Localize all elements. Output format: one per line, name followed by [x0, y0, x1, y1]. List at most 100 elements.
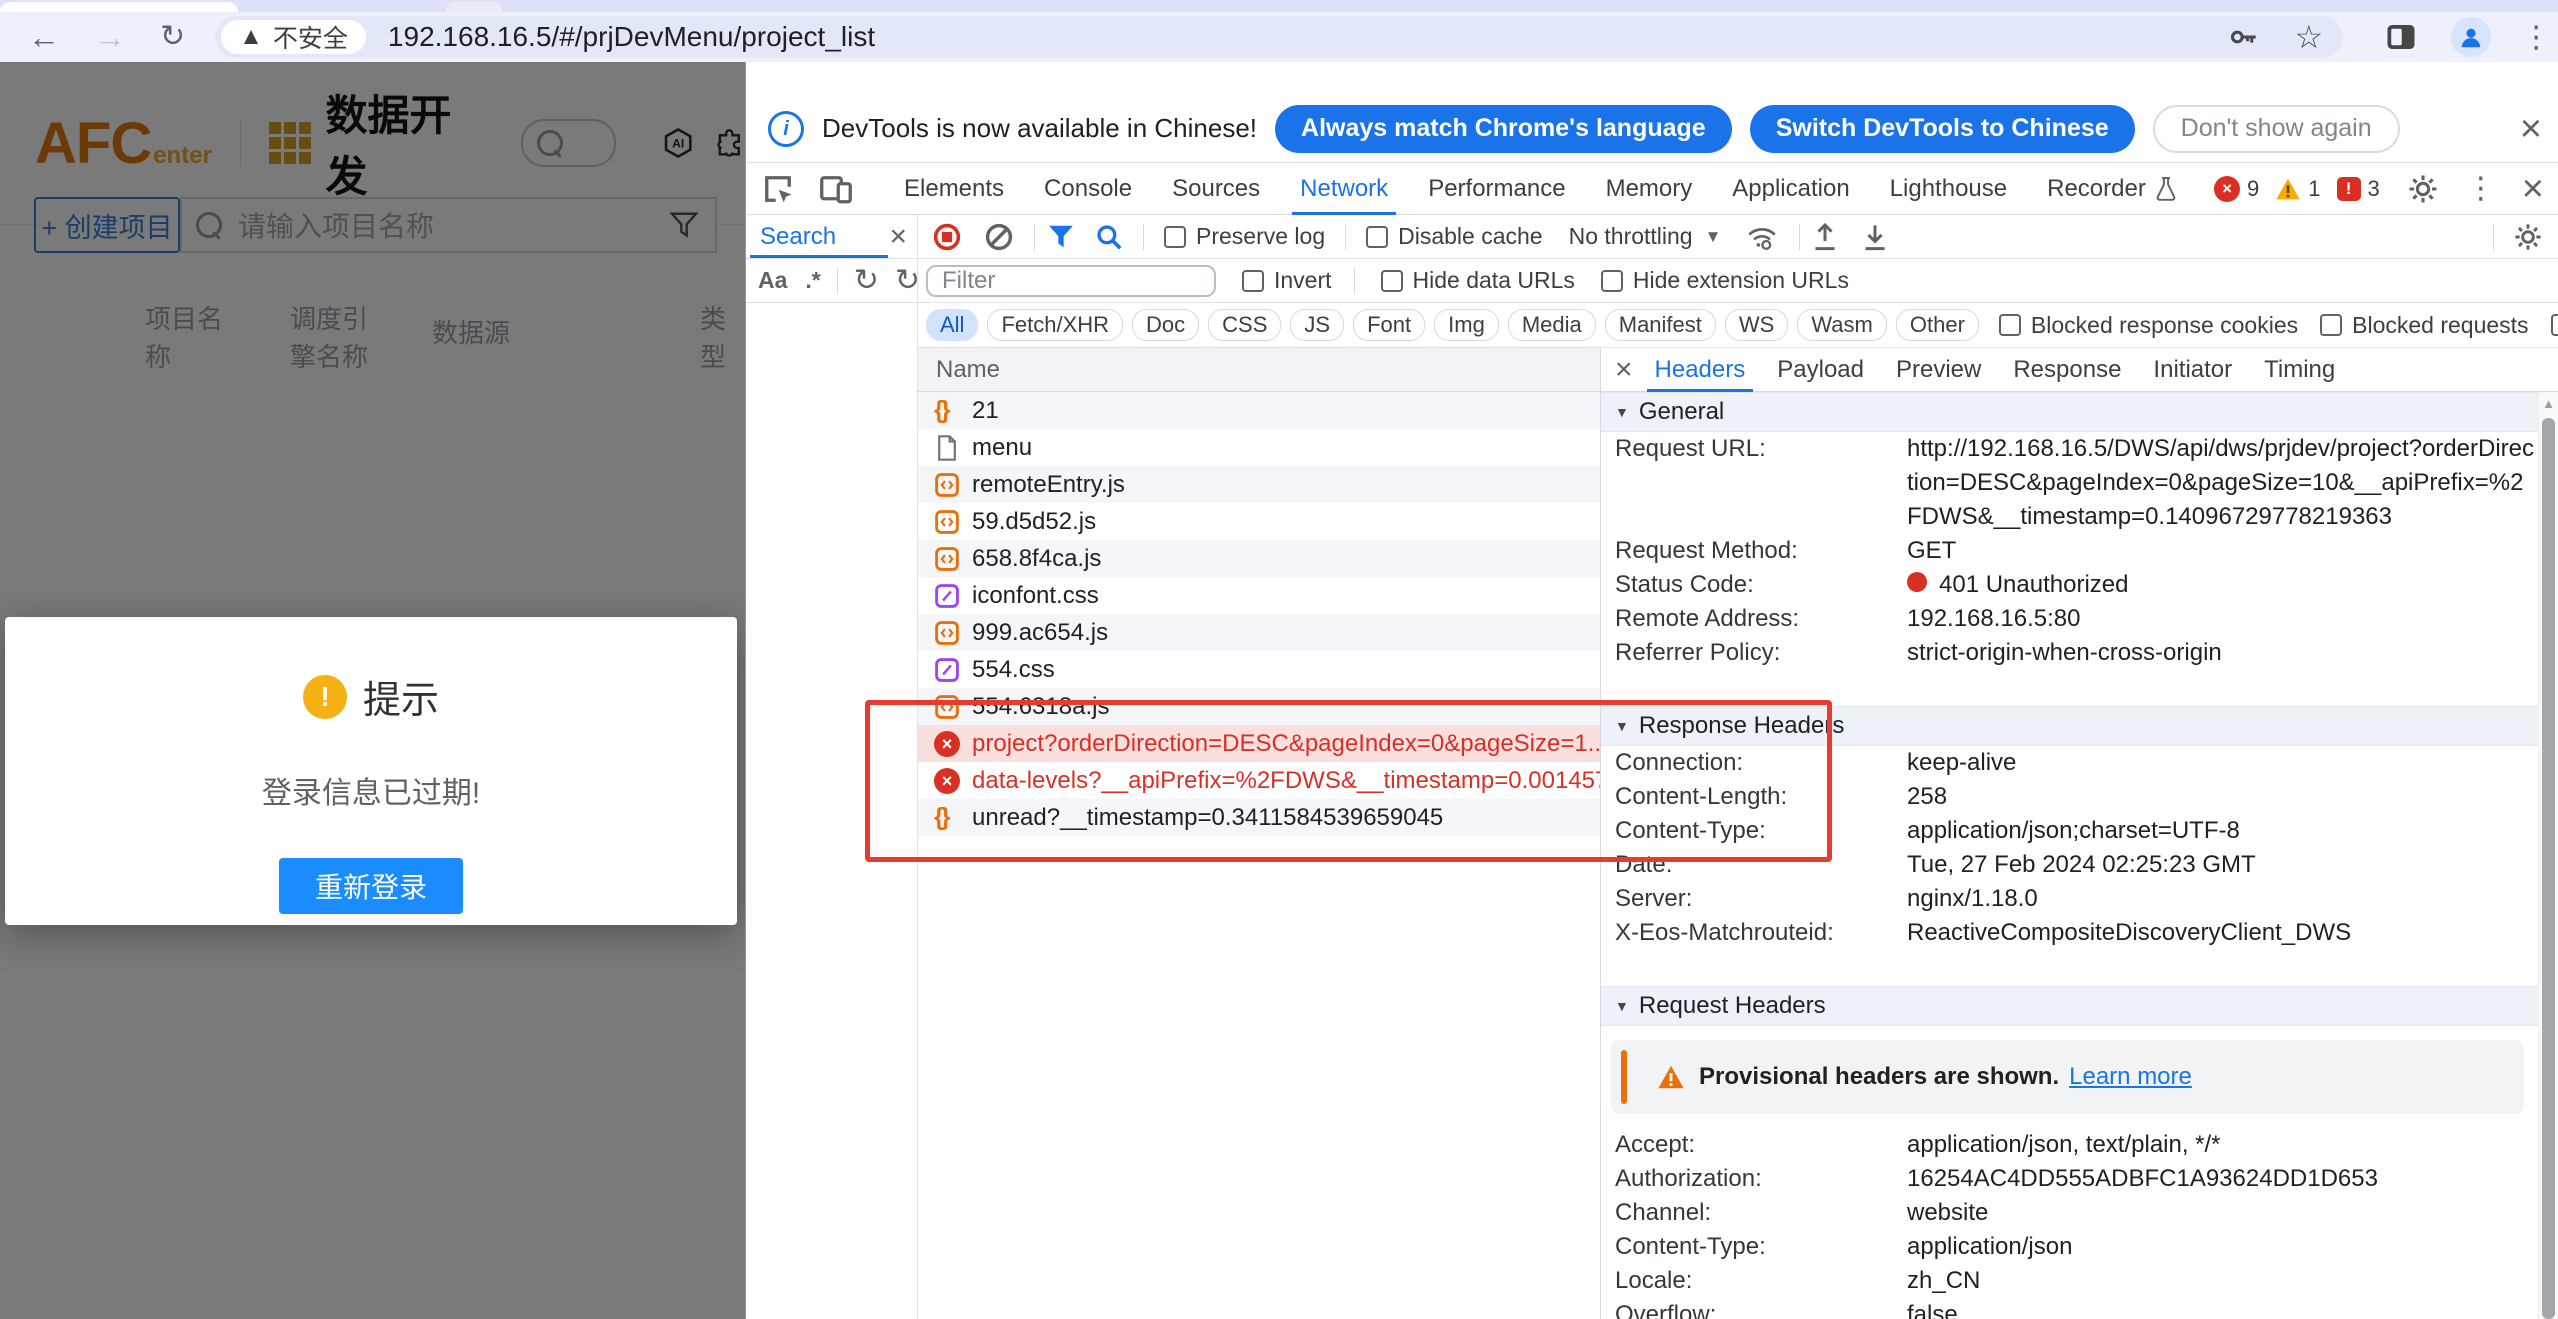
type-chip-font[interactable]: Font	[1353, 309, 1425, 341]
infobar-close-icon[interactable]: ×	[2520, 110, 2542, 148]
bookmark-star-icon[interactable]: ☆	[2294, 18, 2323, 56]
regex-icon[interactable]: .*	[805, 267, 820, 294]
scrollbar[interactable]: ▲	[2538, 392, 2558, 1319]
request-row[interactable]: 554.css	[918, 651, 1600, 688]
browser-active-tab[interactable]	[0, 2, 238, 12]
request-row[interactable]: iconfont.css	[918, 577, 1600, 614]
devtools-tab-performance[interactable]: Performance	[1408, 163, 1585, 215]
details-tab-headers[interactable]: Headers	[1639, 348, 1762, 392]
throttling-dropdown[interactable]: No throttling	[1569, 223, 1693, 250]
request-row[interactable]: menu	[918, 429, 1600, 466]
warning-badge[interactable]: 1	[2275, 176, 2320, 202]
type-chip-ws[interactable]: WS	[1725, 309, 1788, 341]
disable-cache-toggle[interactable]: Disable cache	[1366, 223, 1542, 250]
devtools-tab-network[interactable]: Network	[1280, 163, 1408, 215]
drawer-tab-search[interactable]: Search ×	[746, 215, 917, 259]
invert-toggle[interactable]: Invert	[1242, 267, 1332, 294]
type-chip-other[interactable]: Other	[1896, 309, 1979, 341]
request-row[interactable]: {}21	[918, 392, 1600, 429]
checkbox[interactable]	[1999, 314, 2021, 336]
blocked-response-cookies-toggle[interactable]: Blocked response cookies	[1999, 312, 2298, 339]
export-har-icon[interactable]	[1810, 222, 1840, 252]
clear-network-log-icon[interactable]	[984, 222, 1014, 252]
refresh-icon[interactable]: ↻	[854, 266, 879, 296]
request-row[interactable]: 59.d5d52.js	[918, 503, 1600, 540]
network-settings-gear-icon[interactable]	[2512, 221, 2544, 253]
type-chip-wasm[interactable]: Wasm	[1797, 309, 1887, 341]
refresh-icon[interactable]: ↻	[895, 266, 918, 296]
type-chip-css[interactable]: CSS	[1208, 309, 1281, 341]
section-header-response-headers[interactable]: ▼Response Headers	[1601, 706, 2538, 746]
request-row[interactable]: {}unread?__timestamp=0.3411584539659045	[918, 799, 1600, 836]
import-har-icon[interactable]	[1860, 222, 1890, 252]
request-row[interactable]: ×data-levels?__apiPrefix=%2FDWS&__timest…	[918, 762, 1600, 799]
network-search-icon[interactable]	[1095, 223, 1123, 251]
error-badge[interactable]: ×9	[2214, 176, 2259, 202]
details-tab-initiator[interactable]: Initiator	[2137, 348, 2248, 392]
browser-menu-icon[interactable]: ⋮	[2521, 20, 2551, 55]
request-row[interactable]: 658.8f4ca.js	[918, 540, 1600, 577]
device-toolbar-icon[interactable]	[818, 171, 854, 207]
reload-icon[interactable]: ↻	[160, 22, 185, 52]
type-chip-all[interactable]: All	[926, 309, 978, 341]
issues-badge[interactable]: !3	[2337, 176, 2380, 202]
section-header-request-headers[interactable]: ▼Request Headers	[1601, 986, 2538, 1026]
switch-to-chinese-button[interactable]: Switch DevTools to Chinese	[1750, 105, 2135, 153]
profile-avatar[interactable]	[2451, 17, 2491, 57]
devtools-tab-application[interactable]: Application	[1712, 163, 1869, 215]
checkbox[interactable]	[1366, 226, 1388, 248]
filter-input[interactable]: Filter	[926, 265, 1216, 297]
type-chip-js[interactable]: JS	[1290, 309, 1344, 341]
checkbox[interactable]	[2551, 314, 2558, 336]
scroll-up-icon[interactable]: ▲	[2539, 396, 2558, 411]
match-case-icon[interactable]: Aa	[758, 267, 787, 294]
checkbox[interactable]	[1242, 270, 1264, 292]
url-bar[interactable]: ▲︎ 不安全 192.168.16.5/#/prjDevMenu/project…	[215, 16, 2343, 58]
forward-icon[interactable]: →	[94, 21, 126, 53]
hide-extension-urls-toggle[interactable]: Hide extension URLs	[1601, 267, 1849, 294]
hide-data-urls-toggle[interactable]: Hide data URLs	[1381, 267, 1575, 294]
type-chip-fetch-xhr[interactable]: Fetch/XHR	[987, 309, 1123, 341]
relogin-button[interactable]: 重新登录	[279, 858, 463, 914]
type-chip-media[interactable]: Media	[1508, 309, 1596, 341]
devtools-tab-sources[interactable]: Sources	[1152, 163, 1280, 215]
devtools-menu-icon[interactable]: ⋮	[2466, 171, 2496, 206]
name-column-header[interactable]: Name	[918, 348, 1600, 392]
request-row[interactable]: ×project?orderDirection=DESC&pageIndex=0…	[918, 725, 1600, 762]
details-tab-response[interactable]: Response	[1997, 348, 2137, 392]
type-chip-manifest[interactable]: Manifest	[1605, 309, 1716, 341]
devtools-tab-recorder[interactable]: Recorder	[2027, 163, 2198, 215]
checkbox[interactable]	[1601, 270, 1623, 292]
devtools-tab-elements[interactable]: Elements	[884, 163, 1024, 215]
request-row[interactable]: remoteEntry.js	[918, 466, 1600, 503]
preserve-log-toggle[interactable]: Preserve log	[1164, 223, 1325, 250]
devtools-close-icon[interactable]: ×	[2522, 170, 2544, 208]
learn-more-link[interactable]: Learn more	[2069, 1063, 2192, 1091]
dont-show-again-button[interactable]: Don't show again	[2153, 105, 2400, 153]
checkbox[interactable]	[1381, 270, 1403, 292]
details-tab-payload[interactable]: Payload	[1761, 348, 1880, 392]
blocked-requests-toggle[interactable]: Blocked requests	[2320, 312, 2528, 339]
network-conditions-icon[interactable]	[1745, 222, 1779, 252]
details-close-icon[interactable]: ×	[1615, 355, 1633, 385]
record-stop-icon[interactable]	[932, 222, 962, 252]
side-panel-icon[interactable]	[2383, 19, 2419, 55]
match-language-button[interactable]: Always match Chrome's language	[1275, 105, 1732, 153]
type-chip-img[interactable]: Img	[1434, 309, 1499, 341]
inspect-element-icon[interactable]	[760, 171, 796, 207]
devtools-tab-lighthouse[interactable]: Lighthouse	[1870, 163, 2027, 215]
details-tab-preview[interactable]: Preview	[1880, 348, 1997, 392]
back-icon[interactable]: ←	[28, 21, 60, 53]
devtools-tab-console[interactable]: Console	[1024, 163, 1152, 215]
section-header-general[interactable]: ▼General	[1601, 392, 2538, 432]
drawer-close-icon[interactable]: ×	[889, 222, 907, 252]
site-security-chip[interactable]: ▲︎ 不安全	[221, 20, 366, 54]
request-row[interactable]: 999.ac654.js	[918, 614, 1600, 651]
new-tab-button[interactable]	[446, 2, 502, 12]
3rd-party-requests-toggle[interactable]: 3rd-party requests	[2551, 312, 2558, 339]
details-tab-timing[interactable]: Timing	[2248, 348, 2351, 392]
scrollbar-thumb[interactable]	[2542, 418, 2555, 1319]
filter-funnel-icon[interactable]	[1047, 224, 1075, 250]
request-row[interactable]: 554.6318a.js	[918, 688, 1600, 725]
devtools-tab-memory[interactable]: Memory	[1586, 163, 1713, 215]
